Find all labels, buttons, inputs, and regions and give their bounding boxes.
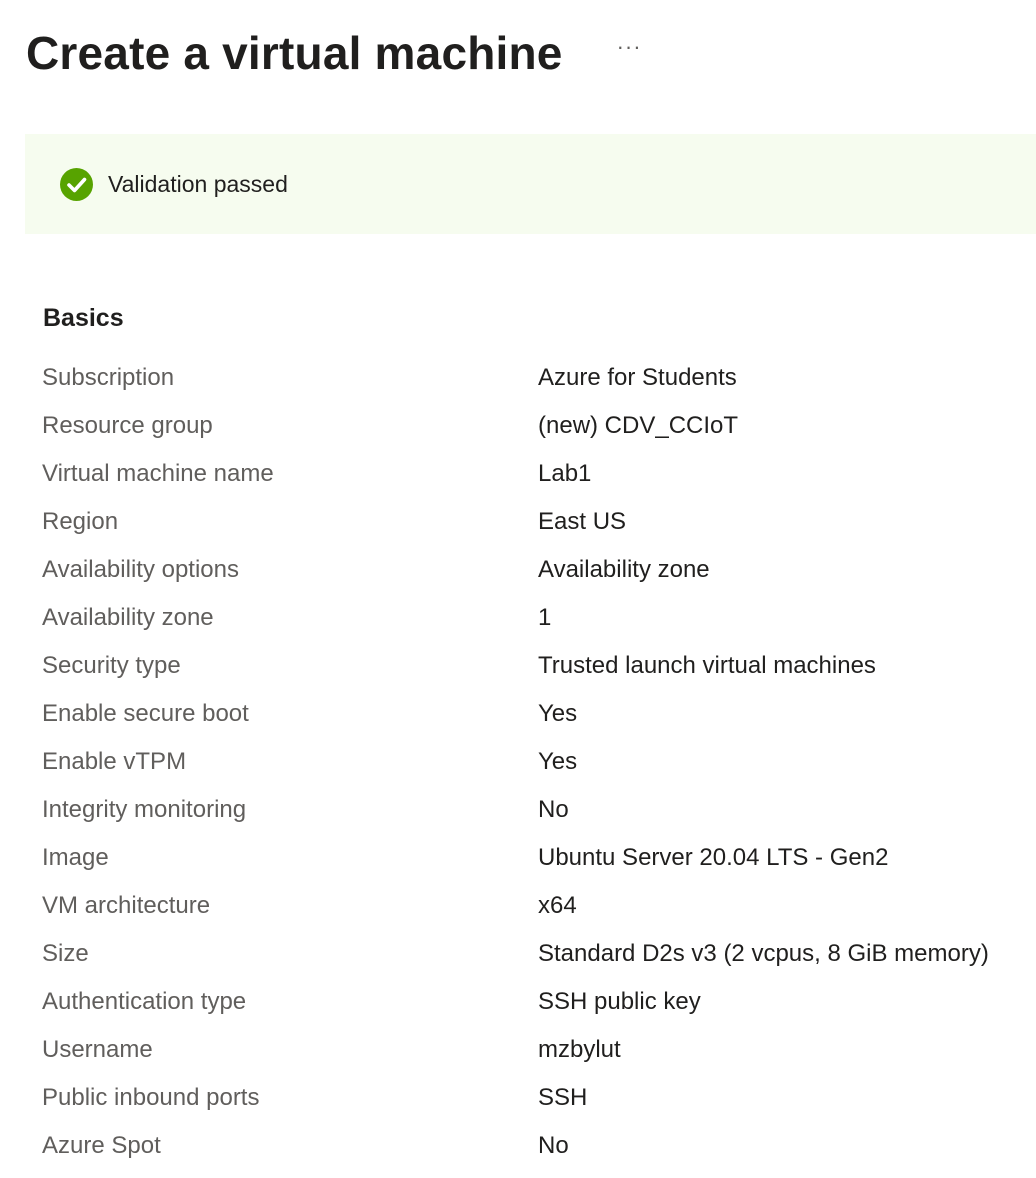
summary-row-value: 1 <box>538 604 552 631</box>
summary-row: Enable secure boot Yes <box>42 690 1036 738</box>
summary-row-value: No <box>538 796 569 823</box>
page-header: Create a virtual machine ··· <box>26 22 648 84</box>
summary-row: Authentication type SSH public key <box>42 978 1036 1026</box>
summary-row: Azure Spot No <box>42 1122 1036 1170</box>
summary-row: Size Standard D2s v3 (2 vcpus, 8 GiB memo… <box>42 930 1036 978</box>
check-circle-icon <box>60 167 93 201</box>
summary-row: Public inbound ports SSH <box>42 1074 1036 1122</box>
summary-row-value: East US <box>538 508 627 535</box>
summary-row: Username mzbylut <box>42 1026 1036 1074</box>
summary-row-value: Trusted launch virtual machines <box>538 652 876 679</box>
summary-row-value: Availability zone <box>538 556 710 583</box>
summary-row: Security type Trusted launch virtual mach… <box>42 642 1036 690</box>
summary-row: VM architecture x64 <box>42 882 1036 930</box>
summary-row: Region East US <box>42 498 1036 546</box>
summary-row-label: Virtual machine name <box>42 460 274 487</box>
summary-row: Availability zone 1 <box>42 594 1036 642</box>
summary-row-label: Authentication type <box>42 988 247 1015</box>
summary-row-value: Standard D2s v3 (2 vcpus, 8 GiB memory) <box>538 940 989 967</box>
summary-row-value: Ubuntu Server 20.04 LTS - Gen2 <box>538 844 889 871</box>
summary-row-value: Yes <box>538 700 578 727</box>
summary-row: Subscription Azure for Students <box>42 354 1036 402</box>
summary-row: Integrity monitoring No <box>42 786 1036 834</box>
summary-row-label: Resource group <box>42 412 213 439</box>
summary-row-label: Availability zone <box>42 604 214 631</box>
summary-row-label: Integrity monitoring <box>42 796 247 823</box>
summary-row-value: x64 <box>538 892 577 919</box>
summary-row-label: Availability options <box>42 556 240 583</box>
summary-row-value: Yes <box>538 748 578 775</box>
validation-banner: Validation passed <box>25 134 1036 234</box>
summary-row-label: Security type <box>42 652 181 679</box>
section-heading-basics: Basics <box>43 304 124 332</box>
summary-row-label: Azure Spot <box>42 1132 161 1159</box>
summary-row-label: Username <box>42 1036 153 1063</box>
summary-row-label: Enable vTPM <box>42 748 187 775</box>
summary-row-value: Lab1 <box>538 460 592 487</box>
basics-summary-list: Subscription Azure for Students Resource g… <box>42 354 1036 1170</box>
page-title: Create a virtual machine <box>26 27 563 79</box>
summary-row-value: SSH public key <box>538 988 701 1015</box>
summary-row: Resource group (new) CDV_CCIoT <box>42 402 1036 450</box>
summary-row-label: Size <box>42 940 89 967</box>
more-options-button[interactable]: ··· <box>611 16 648 78</box>
summary-row-value: Azure for Students <box>538 364 737 391</box>
summary-row-value: No <box>538 1132 569 1159</box>
summary-row-label: Subscription <box>42 364 175 391</box>
summary-row-label: VM architecture <box>42 892 211 919</box>
summary-row: Availability options Availability zone <box>42 546 1036 594</box>
summary-row: Image Ubuntu Server 20.04 LTS - Gen2 <box>42 834 1036 882</box>
summary-row-label: Image <box>42 844 109 871</box>
summary-row-label: Enable secure boot <box>42 700 249 727</box>
summary-row-value: SSH <box>538 1084 588 1111</box>
summary-row-label: Region <box>42 508 119 535</box>
summary-row: Enable vTPM Yes <box>42 738 1036 786</box>
summary-row-value: mzbylut <box>538 1036 621 1063</box>
summary-row: Virtual machine name Lab1 <box>42 450 1036 498</box>
create-vm-review-page: Create a virtual machine ··· Validation … <box>0 0 1036 1178</box>
summary-row-value: (new) CDV_CCIoT <box>538 412 739 439</box>
validation-status-text: Validation passed <box>108 170 288 197</box>
summary-row-label: Public inbound ports <box>42 1084 260 1111</box>
